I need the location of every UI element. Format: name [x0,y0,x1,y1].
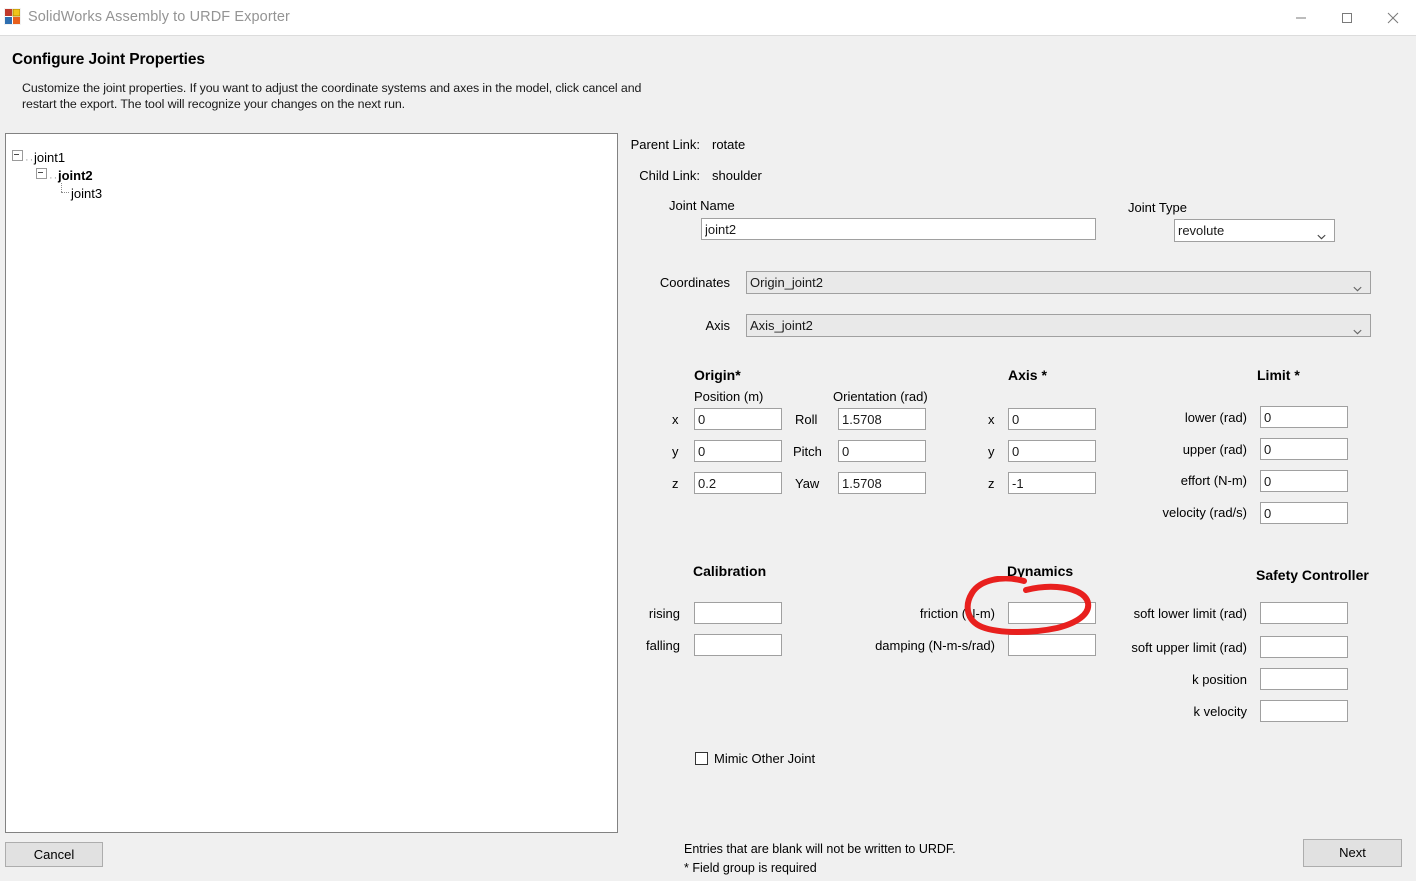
child-link-value: shoulder [712,168,762,183]
window-title: SolidWorks Assembly to URDF Exporter [28,9,290,25]
safety-soft-lower-label: soft lower limit (rad) [1133,606,1247,621]
safety-soft-upper-input[interactable] [1260,636,1348,658]
calibration-group-title: Calibration [693,563,767,579]
origin-y-input[interactable] [694,440,782,462]
coordinates-label: Coordinates [659,275,730,290]
origin-pitch-input[interactable] [838,440,926,462]
safety-k-position-label: k position [1192,672,1247,687]
coordinates-select[interactable]: Origin_joint2 [746,271,1371,294]
chevron-down-icon [1353,278,1362,291]
joint-type-value: revolute [1178,223,1225,238]
axis-y-label: y [988,444,995,459]
required-field-note: * Field group is required [684,861,817,875]
origin-position-header: Position (m) [694,389,764,404]
mimic-other-joint-label: Mimic Other Joint [714,751,816,766]
chevron-down-icon [1317,226,1326,239]
joint-type-select[interactable]: revolute [1174,219,1335,242]
safety-k-velocity-label: k velocity [1193,704,1247,719]
child-link-label: Child Link: [639,168,700,183]
safety-soft-upper-label: soft upper limit (rad) [1131,640,1247,655]
origin-z-label: z [672,476,679,491]
origin-roll-input[interactable] [838,408,926,430]
origin-roll-label: Roll [795,412,818,427]
joint-name-label: Joint Name [669,198,735,213]
parent-link-value: rotate [712,137,746,152]
safety-k-position-input[interactable] [1260,668,1348,690]
calibration-rising-label: rising [648,606,680,621]
maximize-icon[interactable] [1324,0,1370,35]
close-icon[interactable] [1370,0,1416,35]
dynamics-damping-input[interactable] [1008,634,1096,656]
mimic-other-joint-checkbox[interactable] [695,752,708,765]
axis-z-label: z [988,476,995,491]
origin-x-label: x [672,412,679,427]
coordinates-value: Origin_joint2 [750,275,823,290]
safety-group-title: Safety Controller [1256,567,1369,583]
axis-reference-label: Axis [705,318,730,333]
joint-properties-form: Parent Link: rotate Child Link: shoulder… [0,121,1416,881]
calibration-falling-input[interactable] [694,634,782,656]
page-title: Configure Joint Properties [12,51,205,68]
chevron-down-icon [1353,321,1362,334]
parent-link-label: Parent Link: [630,137,700,152]
minimize-icon[interactable] [1278,0,1324,35]
limit-group-title: Limit * [1257,367,1300,383]
origin-y-label: y [672,444,679,459]
limit-upper-label: upper (rad) [1182,442,1247,457]
limit-lower-input[interactable] [1260,406,1348,428]
origin-pitch-label: Pitch [793,444,822,459]
application-window: SolidWorks Assembly to URDF Exporter Con… [0,0,1416,881]
origin-yaw-label: Yaw [795,476,820,491]
dynamics-group-title: Dynamics [1007,563,1074,579]
body-area: ··joint1 ··joint2 joint3 Cancel Next Par… [0,121,1416,881]
axis-x-label: x [988,412,995,427]
calibration-falling-label: falling [646,638,680,653]
dynamics-friction-label: friction (N-m) [919,606,995,621]
limit-upper-input[interactable] [1260,438,1348,460]
origin-group-title: Origin* [694,367,741,383]
page-subtitle: Customize the joint properties. If you w… [22,81,642,111]
limit-effort-label: effort (N-m) [1180,473,1247,488]
origin-x-input[interactable] [694,408,782,430]
axis-group-title: Axis * [1008,367,1047,383]
axis-y-input[interactable] [1008,440,1096,462]
axis-reference-value: Axis_joint2 [750,318,813,333]
dynamics-damping-label: damping (N-m-s/rad) [875,638,995,653]
blank-entries-note: Entries that are blank will not be writt… [684,842,956,856]
limit-lower-label: lower (rad) [1184,410,1247,425]
axis-reference-select[interactable]: Axis_joint2 [746,314,1371,337]
origin-z-input[interactable] [694,472,782,494]
joint-name-input[interactable] [701,218,1096,240]
app-grid-icon [4,8,22,26]
limit-velocity-input[interactable] [1260,502,1348,524]
limit-velocity-label: velocity (rad/s) [1162,505,1247,520]
safety-soft-lower-input[interactable] [1260,602,1348,624]
origin-yaw-input[interactable] [838,472,926,494]
title-bar: SolidWorks Assembly to URDF Exporter [0,0,1416,36]
safety-k-velocity-input[interactable] [1260,700,1348,722]
axis-x-input[interactable] [1008,408,1096,430]
page-header: Configure Joint Properties Customize the… [0,35,1416,122]
axis-z-input[interactable] [1008,472,1096,494]
limit-effort-input[interactable] [1260,470,1348,492]
dynamics-friction-input[interactable] [1008,602,1096,624]
joint-type-label: Joint Type [1128,200,1188,215]
origin-orientation-header: Orientation (rad) [833,389,928,404]
calibration-rising-input[interactable] [694,602,782,624]
